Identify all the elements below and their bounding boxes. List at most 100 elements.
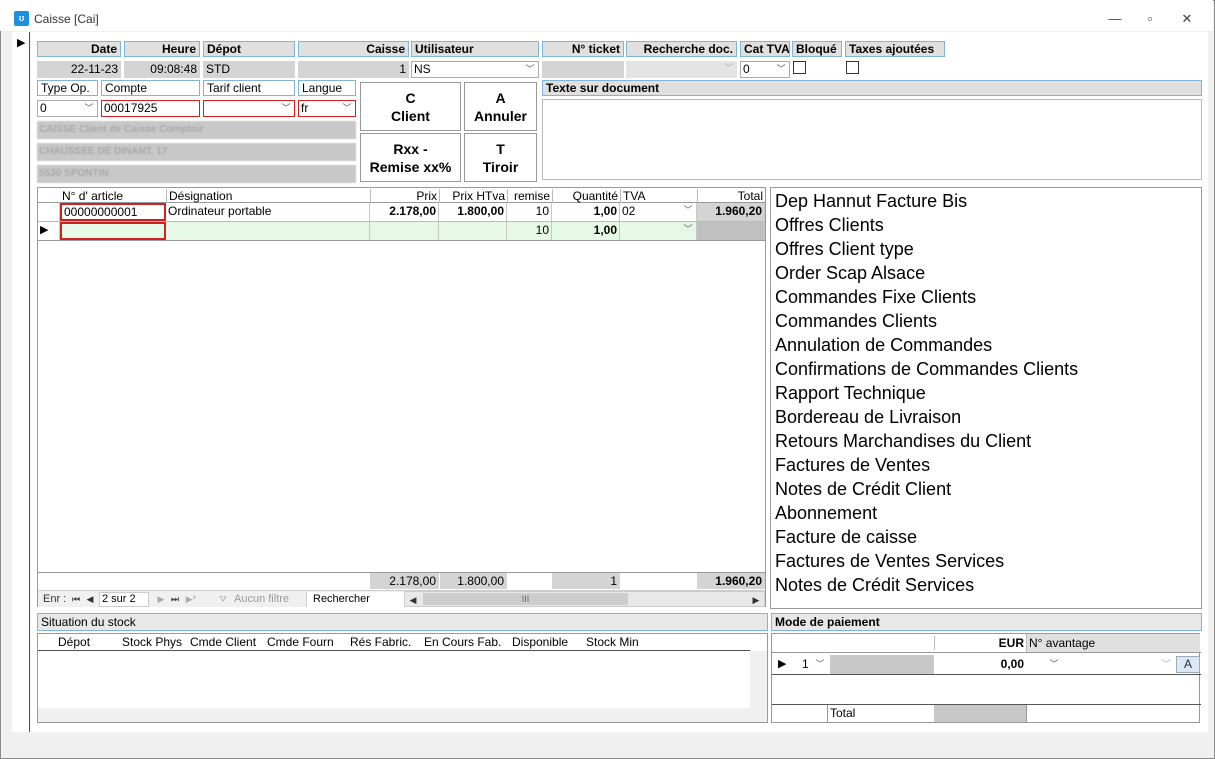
stock-vertical-scrollbar[interactable] [750, 651, 767, 708]
chevron-down-icon[interactable]: ﹀ [340, 102, 354, 115]
list-item[interactable]: Rapport Technique [771, 381, 1201, 405]
client-button[interactable]: C Client [360, 82, 461, 131]
list-item[interactable]: Dep Hannut Facture Bis [771, 189, 1201, 213]
list-item[interactable]: Commandes Clients [771, 309, 1201, 333]
col-tva[interactable]: TVA [620, 189, 697, 203]
close-icon[interactable]: ✕ [1173, 8, 1201, 30]
type-op-select[interactable]: 0 ﹀ [37, 100, 98, 117]
remise-button[interactable]: Rxx - Remise xx% [360, 133, 461, 182]
row-selector[interactable] [38, 203, 60, 221]
cell-article[interactable]: 00000000001 [60, 203, 166, 221]
tiroir-button[interactable]: T Tiroir [464, 133, 537, 182]
search-input[interactable]: Rechercher [306, 592, 404, 607]
cell-remise[interactable]: 10 [507, 222, 552, 240]
filter-status[interactable]: Aucun filtre [234, 593, 289, 605]
cell-prix[interactable] [370, 222, 439, 240]
tarif-client-select[interactable]: ﹀ [203, 100, 295, 117]
prev-record-icon[interactable]: ◀ [84, 591, 96, 607]
list-item[interactable]: Annulation de Commandes [771, 333, 1201, 357]
chevron-down-icon[interactable]: ﹀ [681, 204, 695, 217]
title-bar[interactable] [0, 0, 1213, 31]
col-quantite[interactable]: Quantité [552, 189, 620, 203]
document-type-list[interactable]: Dep Hannut Facture Bis Offres Clients Of… [770, 187, 1202, 609]
payment-extra-select[interactable]: ﹀ [1064, 655, 1174, 674]
chevron-down-icon[interactable]: ﹀ [722, 62, 736, 75]
scroll-left-icon[interactable]: ◀ [407, 592, 419, 608]
list-item[interactable]: Abonnement [771, 501, 1201, 525]
cell-tva[interactable]: 02 ﹀ [620, 203, 697, 221]
last-record-icon[interactable]: ⏭ [169, 591, 181, 607]
list-item[interactable]: Notes de Crédit Services [771, 573, 1201, 597]
minimize-icon[interactable]: — [1101, 8, 1129, 30]
first-record-icon[interactable]: ⏮ [70, 591, 82, 607]
cell-remise[interactable]: 10 [507, 203, 552, 221]
list-item[interactable]: Offres Client type [771, 237, 1201, 261]
payment-col-avantage[interactable]: N° avantage [1026, 634, 1200, 652]
chevron-down-icon[interactable]: ﹀ [523, 63, 537, 76]
taxes-ajoutees-checkbox[interactable] [846, 61, 859, 74]
chevron-down-icon[interactable]: ﹀ [279, 102, 293, 115]
col-prix[interactable]: Prix [370, 189, 439, 203]
scroll-thumb[interactable]: III [423, 593, 628, 605]
payment-col-eur[interactable]: EUR [934, 636, 1026, 650]
avantage-select[interactable]: ﹀ [1028, 655, 1062, 674]
langue-select[interactable]: fr ﹀ [298, 100, 356, 117]
chevron-down-icon[interactable]: ﹀ [813, 658, 827, 671]
compte-input[interactable]: 00017925 [101, 100, 200, 117]
list-item[interactable]: Commandes Fixe Clients [771, 285, 1201, 309]
payment-a-button[interactable]: A [1176, 656, 1200, 673]
cat-tva-select[interactable]: 0 ﹀ [740, 61, 790, 78]
recherche-doc-select[interactable]: ﹀ [626, 61, 737, 78]
table-row[interactable]: ▶ 10 1,00 ﹀ [38, 222, 765, 241]
list-item[interactable]: Factures de Ventes Services [771, 549, 1201, 573]
stock-col-stock-min[interactable]: Stock Min [584, 635, 641, 649]
chevron-down-icon[interactable]: ﹀ [1159, 658, 1173, 671]
list-item[interactable]: Factures de Ventes [771, 453, 1201, 477]
stock-col-cmde-client[interactable]: Cmde Client [188, 635, 258, 649]
list-item[interactable]: Notes de Crédit Client [771, 477, 1201, 501]
new-record-icon[interactable]: ▶* [184, 591, 198, 607]
chevron-down-icon[interactable]: ﹀ [681, 223, 695, 236]
stock-col-cmde-fourn[interactable]: Cmde Fourn [265, 635, 336, 649]
col-designation[interactable]: Désignation [166, 189, 370, 203]
payment-line-select[interactable]: 1 ﹀ [790, 655, 828, 674]
scroll-right-icon[interactable]: ▶ [750, 592, 762, 608]
list-item[interactable]: Confirmations de Commandes Clients [771, 357, 1201, 381]
table-row[interactable]: 00000000001 Ordinateur portable 2.178,00… [38, 203, 765, 222]
list-item[interactable]: Facture de caisse [771, 525, 1201, 549]
payment-row[interactable]: ▶ 1 ﹀ 0,00 ﹀ ﹀ A [772, 655, 1201, 675]
annuler-button[interactable]: A Annuler [464, 82, 537, 131]
list-item[interactable]: Bordereau de Livraison [771, 405, 1201, 429]
stock-horizontal-scrollbar[interactable] [38, 708, 767, 722]
chevron-down-icon[interactable]: ﹀ [82, 102, 96, 115]
col-article[interactable]: N° d' article [60, 189, 166, 203]
col-total[interactable]: Total [697, 189, 765, 203]
filter-icon[interactable]: ⛛ [216, 591, 230, 607]
cell-designation[interactable]: Ordinateur portable [166, 203, 370, 221]
payment-method[interactable] [830, 655, 934, 674]
list-item[interactable]: Retours Marchandises du Client [771, 429, 1201, 453]
texte-document-textarea[interactable] [542, 99, 1202, 180]
cell-quantite[interactable]: 1,00 [552, 222, 620, 240]
bloque-checkbox[interactable] [793, 61, 806, 74]
stock-col-res-fabric[interactable]: Rés Fabric. [348, 635, 413, 649]
record-position[interactable]: 2 sur 2 [99, 592, 149, 607]
cell-prix-htva[interactable] [439, 222, 507, 240]
col-prix-htva[interactable]: Prix HTva [439, 189, 507, 203]
cell-tva[interactable]: ﹀ [620, 222, 697, 240]
chevron-down-icon[interactable]: ﹀ [774, 63, 788, 76]
cell-designation[interactable] [166, 222, 370, 240]
cell-prix[interactable]: 2.178,00 [370, 203, 439, 221]
utilisateur-select[interactable]: NS ﹀ [411, 61, 539, 78]
stock-col-depot[interactable]: Dépot [56, 635, 92, 649]
payment-amount[interactable]: 0,00 [934, 655, 1026, 674]
cell-prix-htva[interactable]: 1.800,00 [439, 203, 507, 221]
stock-col-stock-phys[interactable]: Stock Phys [120, 635, 184, 649]
cell-quantite[interactable]: 1,00 [552, 203, 620, 221]
stock-col-disponible[interactable]: Disponible [510, 635, 570, 649]
next-record-icon[interactable]: ▶ [155, 591, 167, 607]
stock-col-en-cours-fab[interactable]: En Cours Fab. [422, 635, 503, 649]
list-item[interactable]: Offres Clients [771, 213, 1201, 237]
horizontal-scrollbar[interactable]: ◀ III ▶ [404, 591, 765, 607]
chevron-down-icon[interactable]: ﹀ [1047, 658, 1061, 671]
